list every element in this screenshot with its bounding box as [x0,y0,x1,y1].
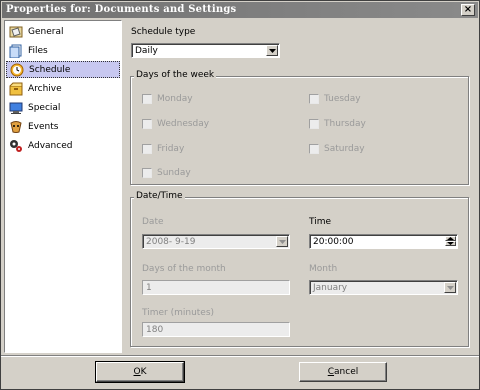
monday-checkbox[interactable]: Monday [142,94,193,104]
sidebar-item-label: General [28,26,64,37]
wednesday-checkbox[interactable]: Wednesday [142,119,209,129]
checkbox-box[interactable] [142,94,152,104]
checkbox-box[interactable] [142,119,152,129]
advanced-icon [9,139,23,153]
sidebar-item-label: Schedule [29,64,71,75]
sidebar-item-general[interactable]: General [6,23,120,40]
month-value: January [313,283,348,293]
sidebar-item-advanced[interactable]: Advanced [6,137,120,154]
monday-label: Monday [157,94,193,104]
sidebar-item-events[interactable]: Events [6,118,120,135]
saturday-checkbox[interactable]: Saturday [309,144,365,154]
sidebar-item-label: Special [28,102,61,113]
thursday-label: Thursday [324,119,366,129]
sidebar-item-label: Archive [28,83,62,94]
sidebar-item-files[interactable]: Files [6,42,120,59]
time-value: 20:00:00 [313,237,354,247]
properties-dialog: Properties for: Documents and Settings ×… [0,0,480,390]
spin-down-icon[interactable] [445,241,456,246]
time-spinner[interactable] [445,236,456,247]
checkbox-box[interactable] [309,144,319,154]
timer-value: 180 [146,325,164,335]
ok-accelerator: O [133,367,141,377]
sidebar-item-special[interactable]: Special [6,99,120,116]
days-of-month-value: 1 [146,283,152,293]
close-button[interactable]: × [461,4,475,16]
checkbox-box[interactable] [309,119,319,129]
archive-icon [9,82,23,96]
title-bar: Properties for: Documents and Settings × [2,2,478,18]
friday-checkbox[interactable]: Friday [142,144,184,154]
timer-label: Timer (minutes) [142,308,215,318]
thursday-checkbox[interactable]: Thursday [309,119,366,129]
chevron-down-icon[interactable] [276,236,288,247]
cancel-label-rest: ancel [334,367,359,377]
checkbox-box[interactable] [309,94,319,104]
tuesday-checkbox[interactable]: Tuesday [309,94,361,104]
sidebar-item-label: Files [28,45,48,56]
month-label: Month [309,264,338,274]
friday-label: Friday [157,144,185,154]
special-icon [9,101,23,115]
events-icon [9,120,23,134]
schedule-icon [10,63,24,77]
days-of-month-field[interactable]: 1 [142,280,290,295]
sidebar-item-label: Advanced [28,140,73,151]
schedule-type-label: Schedule type [131,27,196,37]
sidebar: General Files Schedule Archive Special E… [4,20,122,353]
chevron-down-icon[interactable] [266,45,278,56]
window-title: Properties for: Documents and Settings [6,4,237,15]
sidebar-item-archive[interactable]: Archive [6,80,120,97]
schedule-type-value: Daily [135,46,158,56]
general-icon [9,25,23,39]
timer-field[interactable]: 180 [142,322,290,337]
saturday-label: Saturday [324,144,365,154]
date-picker[interactable]: 2008- 9-19 [142,234,290,249]
cancel-button[interactable]: Cancel [299,362,387,382]
date-label: Date [142,217,164,227]
bottom-separator [1,355,479,357]
date-value: 2008- 9-19 [146,237,196,247]
tuesday-label: Tuesday [324,94,361,104]
sidebar-item-label: Events [28,121,59,132]
days-of-week-title: Days of the week [134,70,217,80]
sidebar-item-schedule[interactable]: Schedule [6,61,120,78]
close-icon: × [463,4,473,15]
wednesday-label: Wednesday [157,119,210,129]
sunday-checkbox[interactable]: Sunday [142,168,191,178]
checkbox-box[interactable] [142,144,152,154]
sunday-label: Sunday [157,168,191,178]
schedule-type-select[interactable]: Daily [131,43,280,58]
ok-button[interactable]: OK [95,361,185,383]
files-icon [9,44,23,58]
chevron-down-icon[interactable] [444,282,456,293]
datetime-title: Date/Time [134,191,185,201]
time-field[interactable]: 20:00:00 [309,234,458,249]
days-of-month-label: Days of the month [142,264,226,274]
checkbox-box[interactable] [142,168,152,178]
ok-label-rest: K [140,367,147,377]
month-select[interactable]: January [309,280,458,295]
time-label: Time [309,217,332,227]
